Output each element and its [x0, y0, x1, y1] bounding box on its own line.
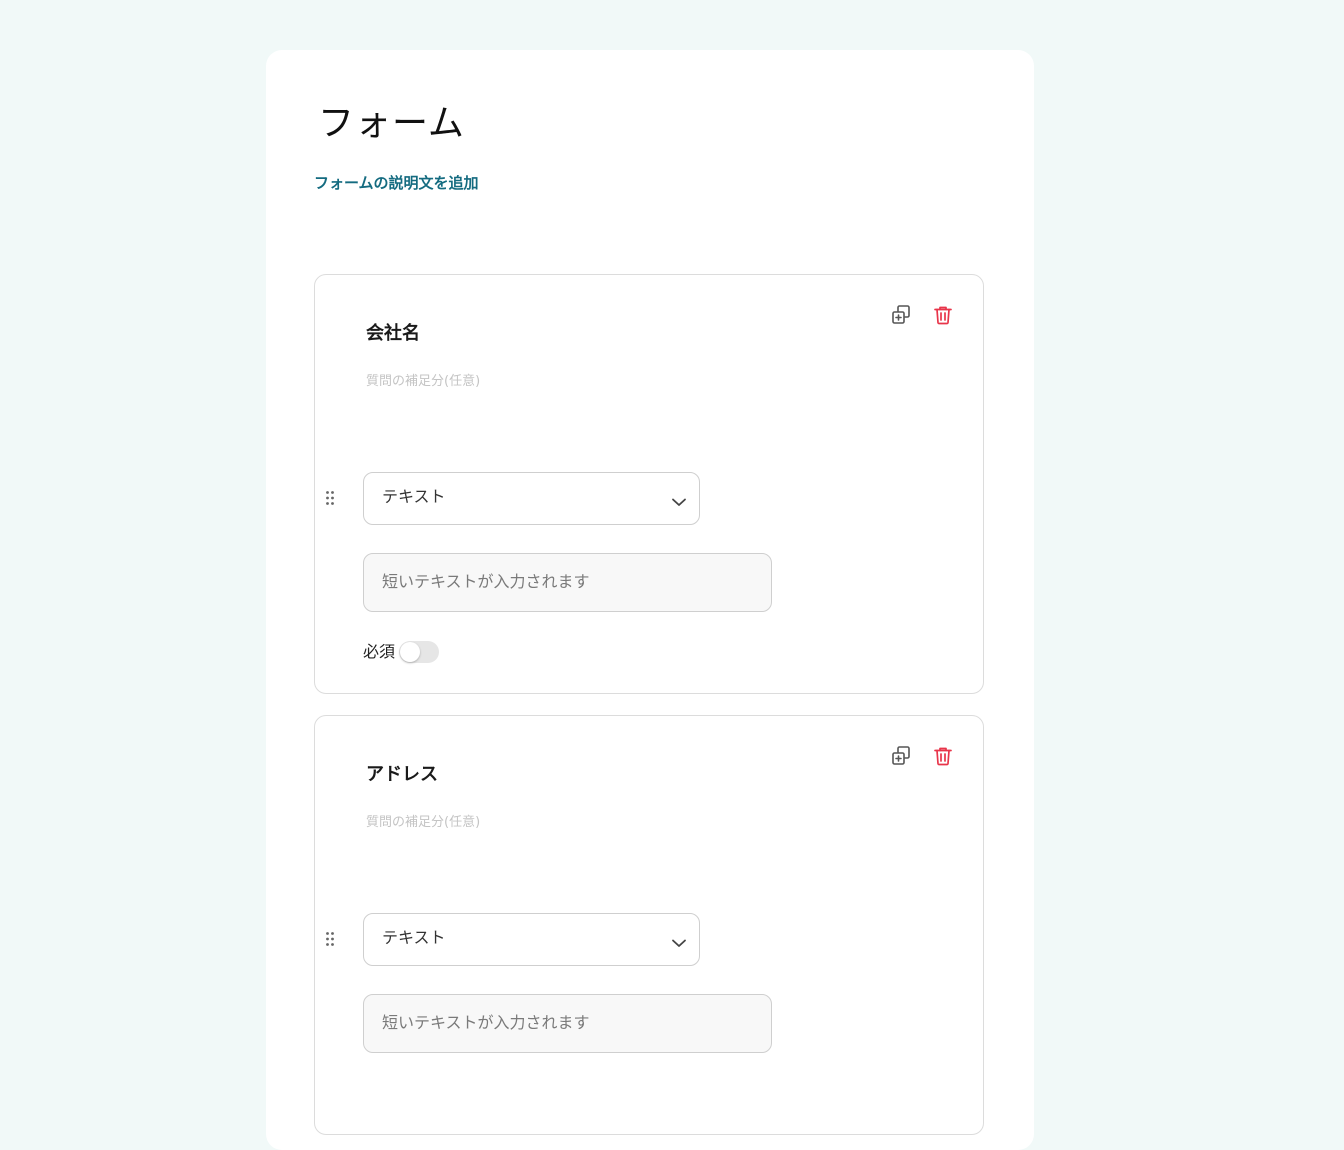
- required-label: 必須: [363, 642, 396, 661]
- question-card[interactable]: アドレス 質問の補足分(任意) テキスト 短いテキストが入力されます: [314, 715, 984, 1135]
- chevron-down-icon: [671, 493, 687, 512]
- question-title[interactable]: 会社名: [366, 321, 420, 347]
- question-description-input[interactable]: 質問の補足分(任意): [366, 373, 480, 391]
- form-title[interactable]: フォーム: [318, 100, 465, 148]
- drag-handle-icon[interactable]: [323, 487, 337, 509]
- question-type-value: テキスト: [382, 928, 446, 947]
- trash-icon[interactable]: [931, 744, 955, 768]
- drag-handle-icon[interactable]: [323, 928, 337, 950]
- question-card[interactable]: 会社名 質問の補足分(任意) テキスト 短いテキストが入力されます 必須: [314, 274, 984, 694]
- toggle-knob: [400, 642, 421, 662]
- question-actions: [889, 303, 955, 327]
- trash-icon[interactable]: [931, 303, 955, 327]
- question-type-select[interactable]: テキスト: [363, 913, 700, 966]
- add-form-description-link[interactable]: フォームの説明文を追加: [314, 172, 479, 194]
- question-description-input[interactable]: 質問の補足分(任意): [366, 814, 480, 832]
- chevron-down-icon: [671, 934, 687, 953]
- required-row: 必須: [363, 641, 440, 663]
- question-type-select[interactable]: テキスト: [363, 472, 700, 525]
- answer-placeholder: 短いテキストが入力されます: [382, 1013, 590, 1032]
- question-actions: [889, 744, 955, 768]
- required-toggle[interactable]: [399, 641, 440, 663]
- answer-placeholder: 短いテキストが入力されます: [382, 572, 590, 591]
- question-type-value: テキスト: [382, 487, 446, 506]
- question-title[interactable]: アドレス: [366, 762, 438, 788]
- duplicate-icon[interactable]: [889, 303, 913, 327]
- answer-preview-field: 短いテキストが入力されます: [363, 994, 772, 1053]
- answer-preview-field: 短いテキストが入力されます: [363, 553, 772, 612]
- duplicate-icon[interactable]: [889, 744, 913, 768]
